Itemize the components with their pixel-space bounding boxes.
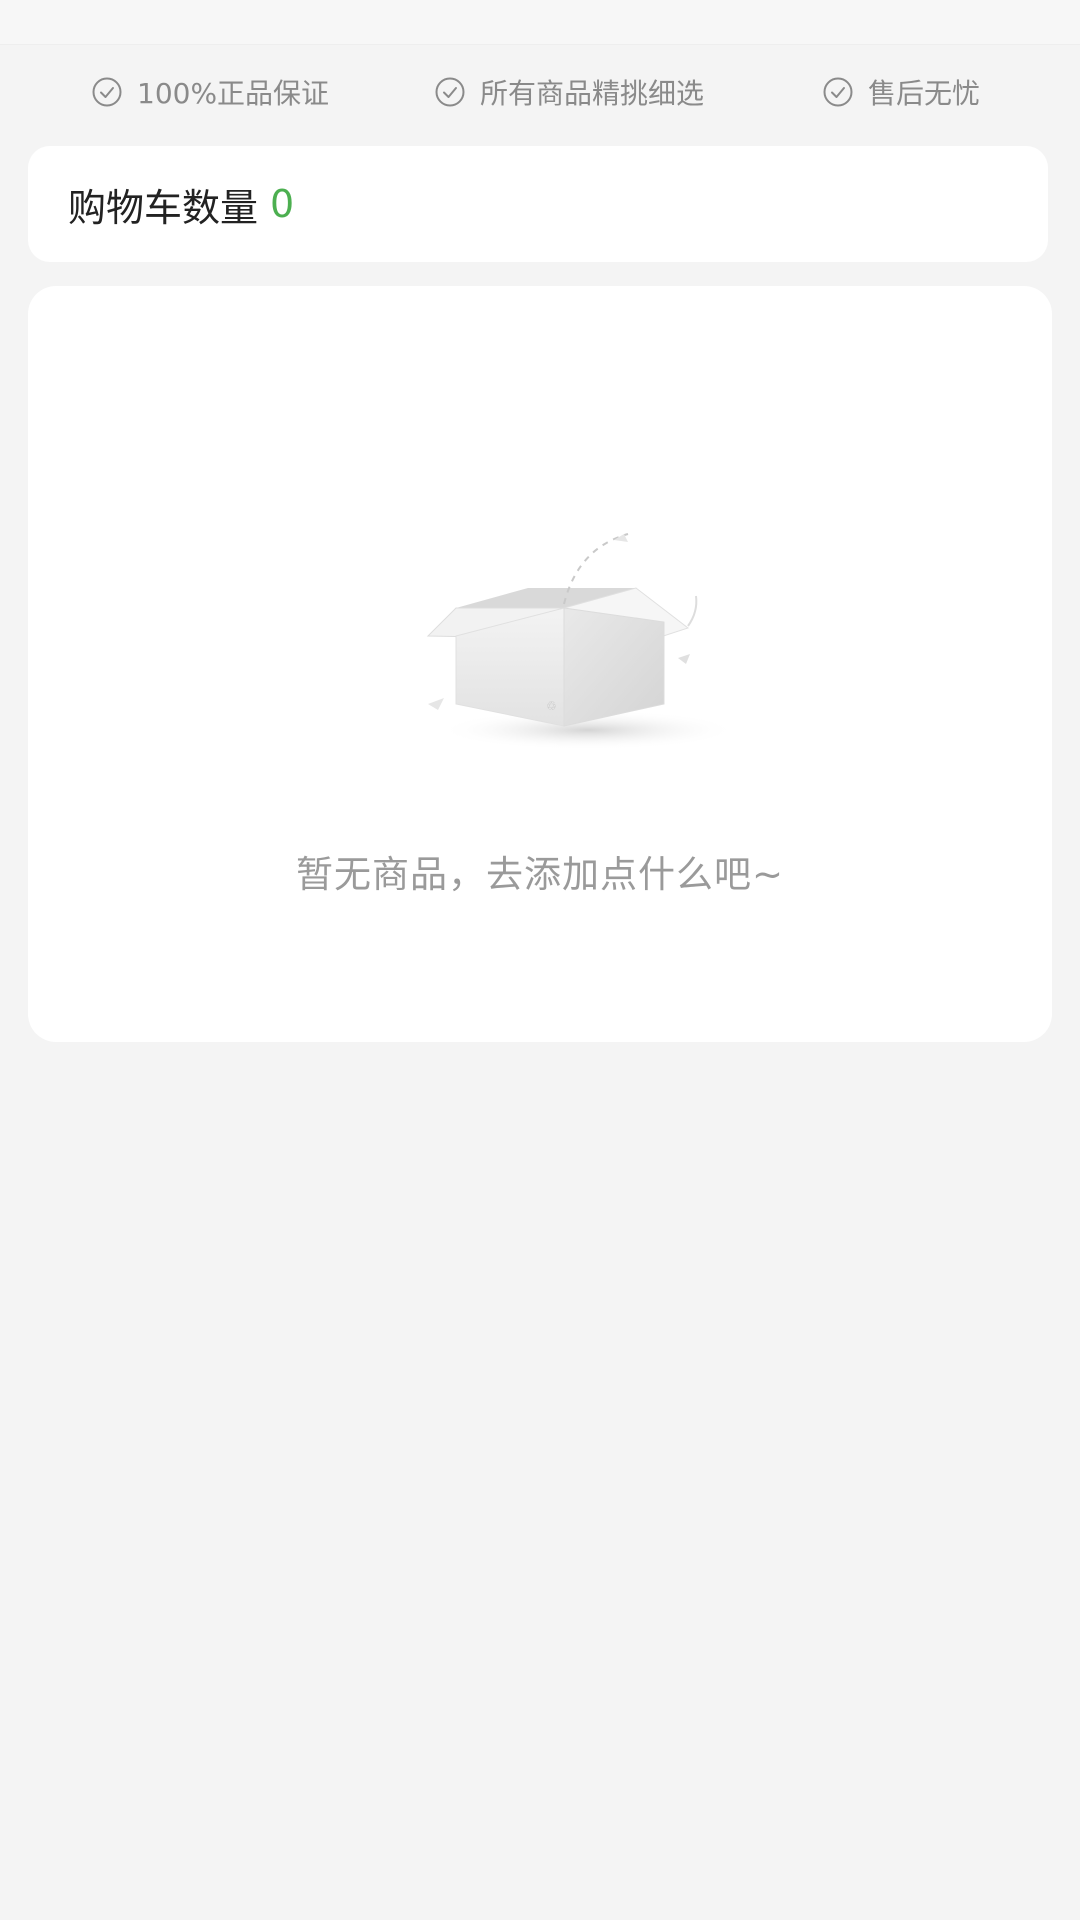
guarantee-label: 售后无忧 [868,77,981,110]
empty-state-message: 暂无商品，去添加点什么吧~ [295,853,784,896]
check-circle-icon [92,77,122,107]
check-circle-icon [435,77,465,107]
guarantee-item-selected: 所有商品精挑细选 [434,70,704,114]
cart-count-card: 购物车数量 0 [28,146,1048,262]
guarantee-item-authentic: 100%正品保证 [91,70,329,114]
svg-text:♲: ♲ [546,699,557,713]
empty-cart-card: ♲ 暂无商品，去添加点什么吧~ [28,286,1052,1042]
guarantee-label: 100%正品保证 [137,77,330,110]
guarantee-label: 所有商品精挑细选 [480,77,705,110]
cart-count-label: 购物车数量 [68,185,259,230]
empty-box-icon: ♲ [426,533,738,750]
guarantee-item-after-sales: 售后无忧 [822,70,980,114]
guarantee-bar: 100%正品保证 所有商品精挑细选 售后无忧 [0,70,1080,114]
check-circle-icon [823,77,853,107]
top-bar [0,0,1080,45]
cart-count-value: 0 [270,182,295,226]
cart-count-row: 购物车数量 0 [68,146,294,262]
